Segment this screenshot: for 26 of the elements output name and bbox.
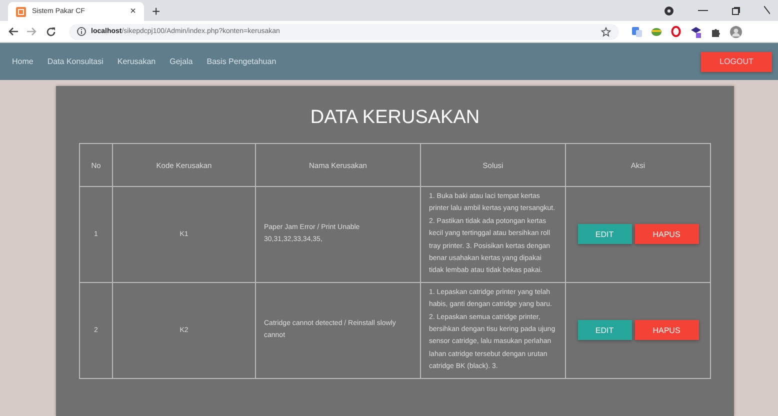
favicon-icon <box>16 6 26 16</box>
edit-button[interactable]: EDIT <box>578 320 632 340</box>
profile-avatar-icon[interactable] <box>730 26 742 38</box>
edit-button[interactable]: EDIT <box>578 224 632 244</box>
record-icon[interactable] <box>664 6 674 16</box>
nav-link[interactable]: Data Konsultasi <box>41 57 110 66</box>
page-title: DATA KERUSAKAN <box>309 106 481 130</box>
star-icon[interactable] <box>601 26 611 36</box>
new-tab-button[interactable]: + <box>152 4 160 18</box>
minimize-icon[interactable] <box>698 10 708 12</box>
restore-icon[interactable] <box>732 6 740 14</box>
opera-icon[interactable] <box>671 26 681 37</box>
nav-link[interactable]: Basis Pengetahuan <box>200 57 282 66</box>
delete-button[interactable]: HAPUS <box>634 320 698 340</box>
info-icon <box>77 27 86 36</box>
puzzle-icon[interactable] <box>711 26 721 36</box>
tab-close-button[interactable]: × <box>130 6 136 17</box>
translate-icon[interactable] <box>632 26 642 36</box>
nav-link[interactable]: Gejala <box>164 57 199 66</box>
nav-link[interactable]: Home <box>6 57 40 66</box>
reload-icon[interactable] <box>46 26 56 36</box>
delete-button[interactable]: HAPUS <box>634 224 698 244</box>
extension-icon[interactable] <box>690 26 702 38</box>
logout-button[interactable]: LOGOUT <box>701 52 772 72</box>
back-icon[interactable] <box>8 27 18 36</box>
nav-link[interactable]: Kerusakan <box>111 57 162 66</box>
